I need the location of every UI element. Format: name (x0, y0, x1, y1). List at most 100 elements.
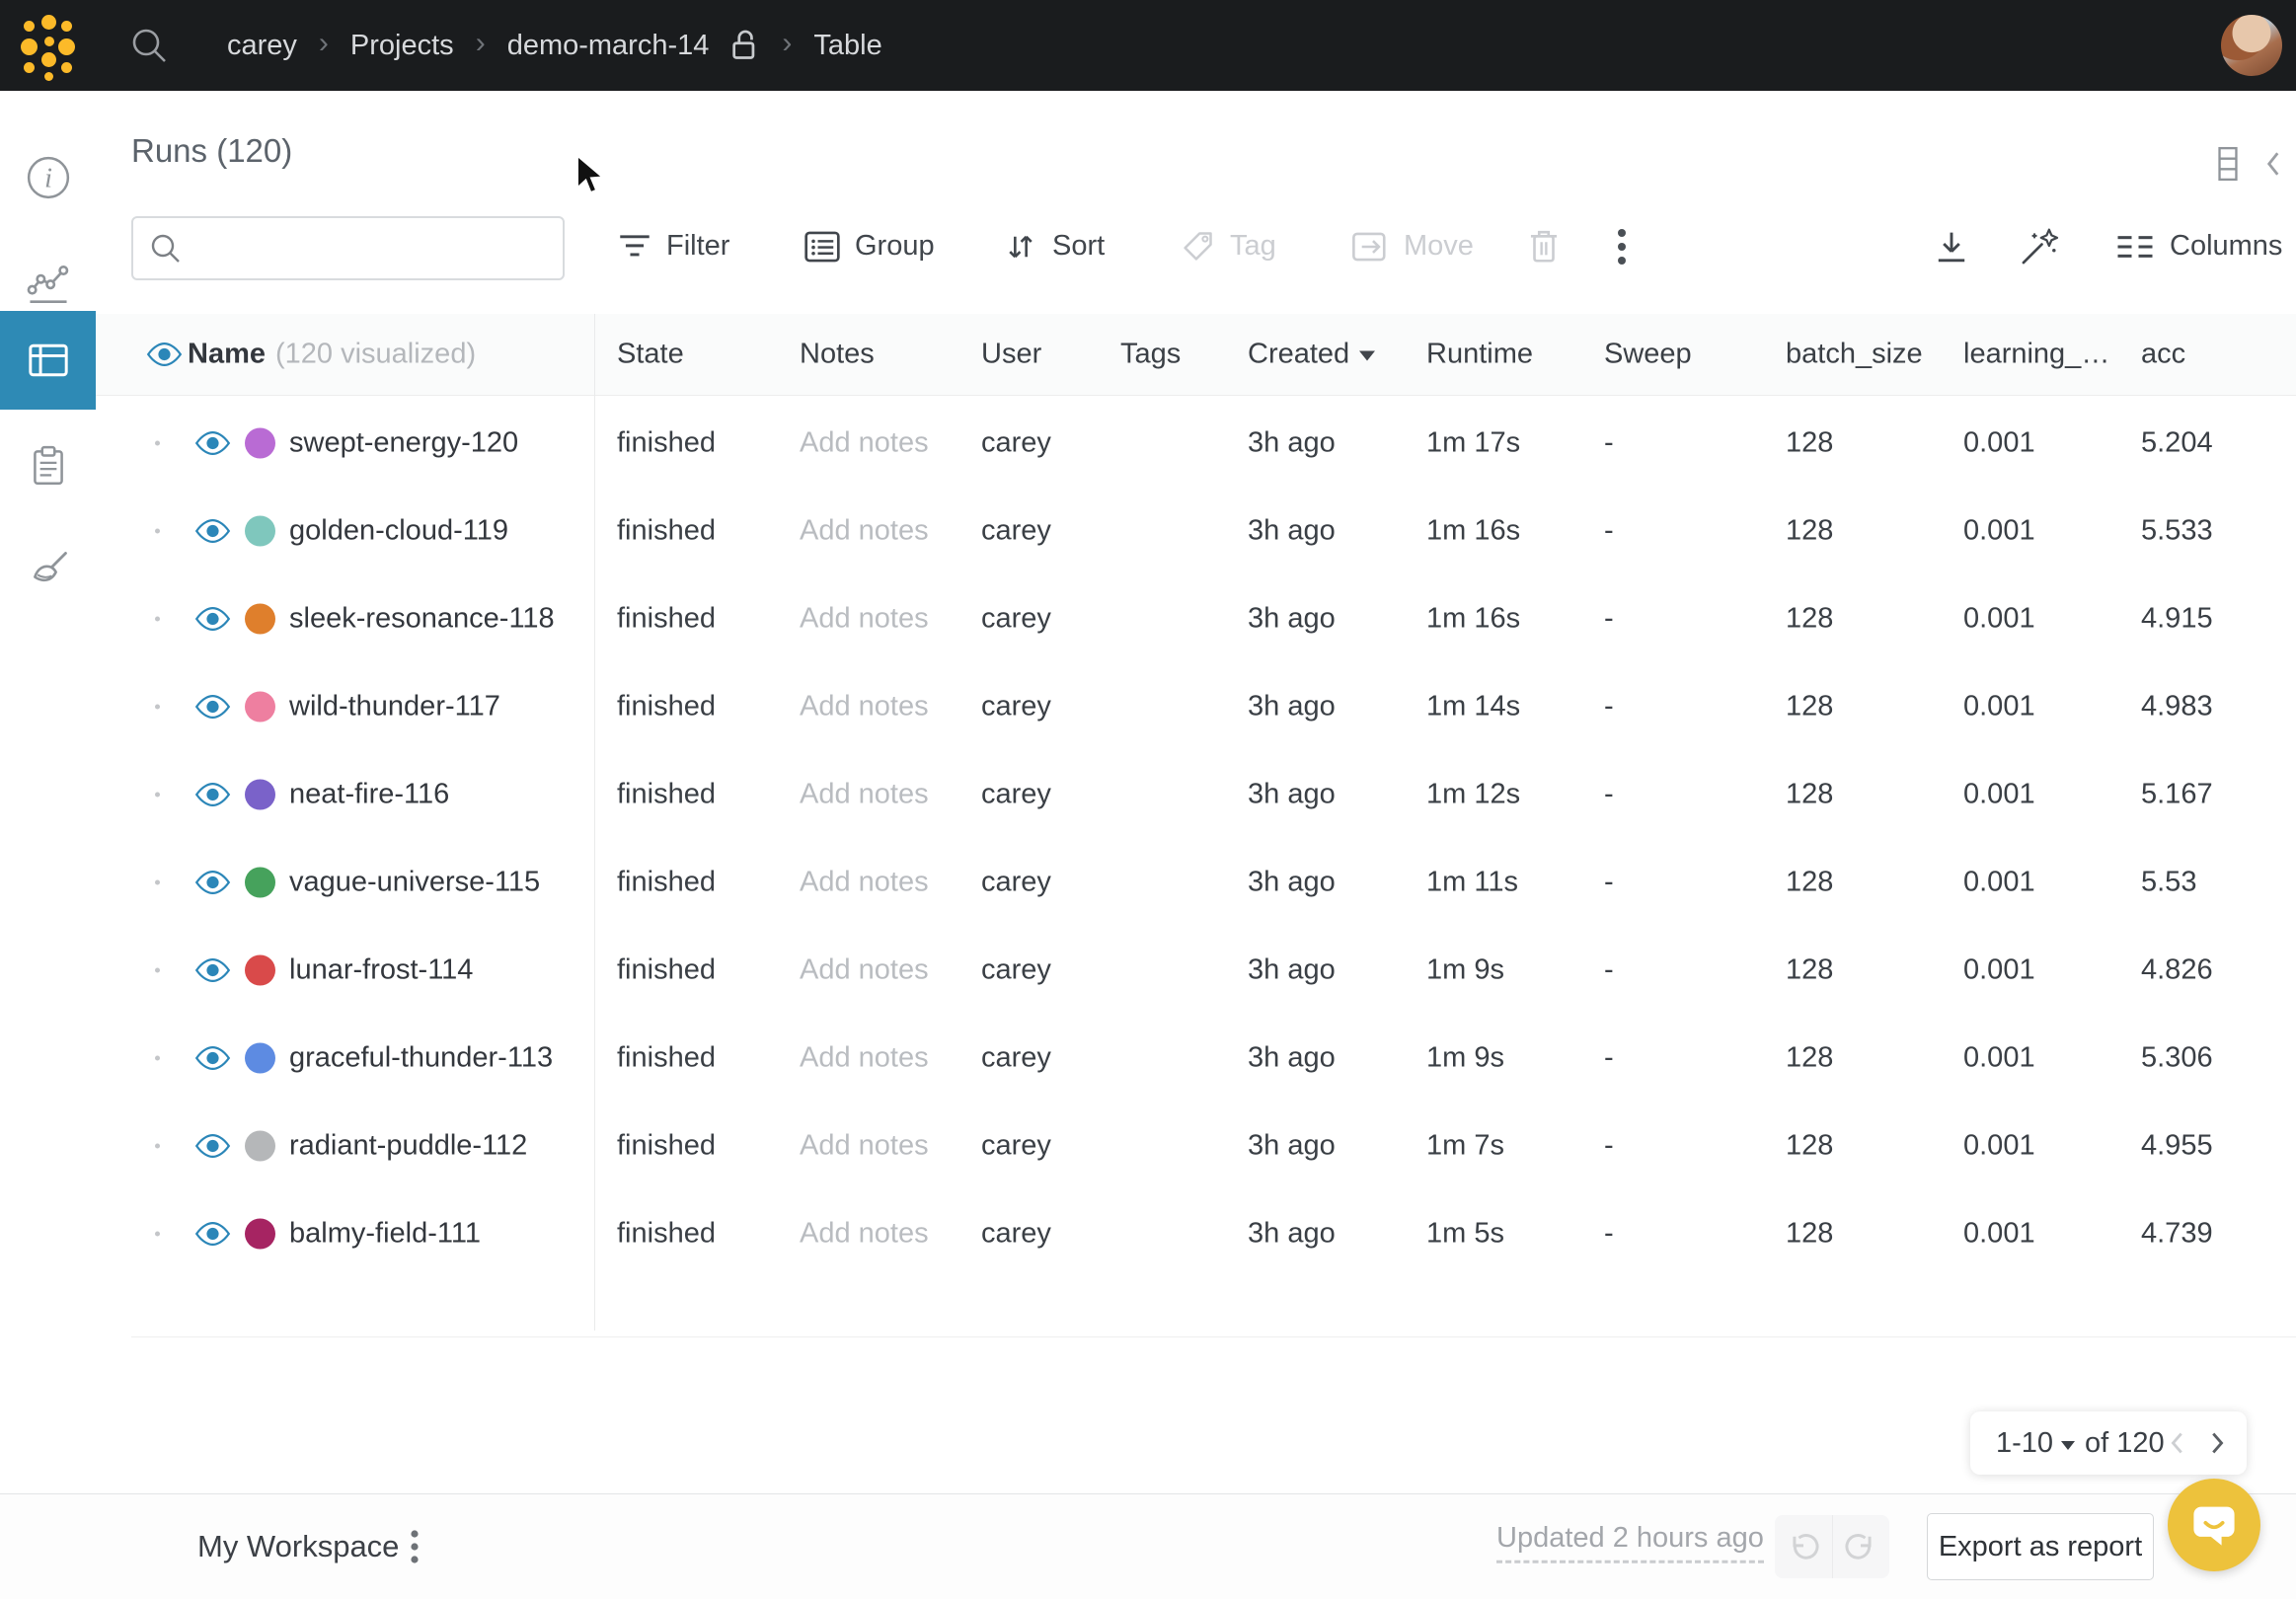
breadcrumb-separator: › (319, 27, 329, 60)
export-as-report-button[interactable]: Export as report (1927, 1513, 2154, 1580)
run-notes-placeholder[interactable]: Add notes (800, 602, 929, 635)
table-row[interactable]: neat-fire-116 finished Add notes carey 3… (96, 750, 2296, 838)
run-notes-placeholder[interactable]: Add notes (800, 1129, 929, 1162)
header-learning-rate[interactable]: learning_… (1963, 339, 2109, 371)
run-state: finished (617, 602, 716, 635)
page-size-dropdown[interactable]: 1-10 (1996, 1427, 2083, 1460)
run-user: carey (981, 1129, 1051, 1162)
run-visibility-eye-icon[interactable] (194, 1044, 231, 1071)
header-state[interactable]: State (617, 339, 684, 371)
table-row[interactable]: balmy-field-111 finished Add notes carey… (96, 1189, 2296, 1277)
run-visibility-eye-icon[interactable] (194, 956, 231, 983)
workspace-menu-kebab[interactable] (410, 1528, 420, 1565)
breadcrumb-page[interactable]: Table (813, 30, 881, 62)
row-drag-dot (155, 792, 160, 797)
sidebar-item-runs-table[interactable] (0, 311, 96, 410)
tag-button[interactable]: Tag (1180, 216, 1276, 276)
header-user[interactable]: User (981, 339, 1041, 371)
run-notes-placeholder[interactable]: Add notes (800, 953, 929, 986)
run-created: 3h ago (1248, 778, 1336, 810)
run-name-link[interactable]: lunar-frost-114 (289, 953, 473, 986)
run-visibility-eye-icon[interactable] (194, 517, 231, 544)
download-button[interactable] (1934, 216, 1969, 276)
run-notes-placeholder[interactable]: Add notes (800, 426, 929, 459)
run-visibility-eye-icon[interactable] (194, 869, 231, 895)
run-visibility-eye-icon[interactable] (194, 1220, 231, 1247)
left-sidebar: i (0, 91, 97, 1494)
header-notes[interactable]: Notes (800, 339, 875, 371)
breadcrumb-projects[interactable]: Projects (350, 30, 454, 62)
sidebar-item-overview[interactable]: i (0, 128, 96, 227)
columns-button[interactable]: Columns (2115, 216, 2282, 276)
header-batch-size[interactable]: batch_size (1786, 339, 1923, 371)
magic-wand-button[interactable] (2019, 216, 2060, 276)
run-visibility-eye-icon[interactable] (194, 429, 231, 456)
run-name-link[interactable]: radiant-puddle-112 (289, 1129, 527, 1162)
run-created: 3h ago (1248, 866, 1336, 898)
workspace-name[interactable]: My Workspace (197, 1529, 399, 1564)
run-notes-placeholder[interactable]: Add notes (800, 514, 929, 547)
run-name-link[interactable]: neat-fire-116 (289, 778, 449, 810)
collapse-chevron-left-icon[interactable] (2264, 149, 2282, 179)
header-tags[interactable]: Tags (1120, 339, 1181, 371)
run-name-link[interactable]: graceful-thunder-113 (289, 1041, 553, 1074)
run-name-link[interactable]: golden-cloud-119 (289, 514, 508, 547)
header-sweep[interactable]: Sweep (1604, 339, 1692, 371)
move-button[interactable]: Move (1351, 216, 1474, 276)
run-notes-placeholder[interactable]: Add notes (800, 1041, 929, 1074)
group-button[interactable]: Group (804, 216, 935, 276)
run-visibility-eye-icon[interactable] (194, 693, 231, 720)
run-user: carey (981, 953, 1051, 986)
header-runtime[interactable]: Runtime (1426, 339, 1533, 371)
table-row[interactable]: sleek-resonance-118 finished Add notes c… (96, 574, 2296, 662)
delete-button[interactable] (1527, 216, 1561, 276)
table-row[interactable]: wild-thunder-117 finished Add notes care… (96, 662, 2296, 750)
next-page-button[interactable] (2209, 1430, 2227, 1456)
table-row[interactable]: vague-universe-115 finished Add notes ca… (96, 838, 2296, 926)
run-runtime: 1m 9s (1426, 953, 1504, 986)
updated-timestamp[interactable]: Updated 2 hours ago (1496, 1522, 1764, 1563)
run-name-link[interactable]: sleek-resonance-118 (289, 602, 555, 635)
header-acc[interactable]: acc (2141, 339, 2185, 371)
run-notes-placeholder[interactable]: Add notes (800, 1217, 929, 1250)
unlocked-lock-icon (730, 29, 760, 62)
table-row[interactable]: radiant-puddle-112 finished Add notes ca… (96, 1102, 2296, 1189)
header-name[interactable]: Name(120 visualized) (188, 339, 476, 371)
undo-button[interactable] (1775, 1515, 1832, 1578)
breadcrumb-user[interactable]: carey (227, 30, 297, 62)
toggle-all-visibility-eye-icon[interactable] (146, 342, 183, 368)
breadcrumb-project[interactable]: demo-march-14 (507, 30, 710, 62)
run-notes-placeholder[interactable]: Add notes (800, 778, 929, 810)
move-folder-icon (1351, 230, 1389, 264)
runs-search-box[interactable] (131, 216, 565, 280)
chat-support-button[interactable] (2168, 1479, 2260, 1571)
table-row[interactable]: graceful-thunder-113 finished Add notes … (96, 1014, 2296, 1102)
panel-layout-icon[interactable] (2217, 146, 2239, 182)
sort-button[interactable]: Sort (1004, 216, 1105, 276)
redo-button[interactable] (1832, 1515, 1890, 1578)
wandb-logo-icon[interactable] (18, 13, 73, 78)
run-notes-placeholder[interactable]: Add notes (800, 690, 929, 723)
run-name-link[interactable]: swept-energy-120 (289, 426, 518, 459)
prev-page-button[interactable] (2168, 1430, 2185, 1456)
sidebar-item-reports[interactable] (0, 417, 96, 515)
search-input[interactable] (194, 232, 553, 265)
breadcrumb: carey › Projects › demo-march-14 › Table (227, 29, 882, 62)
run-name-link[interactable]: balmy-field-111 (289, 1217, 481, 1250)
table-row[interactable]: lunar-frost-114 finished Add notes carey… (96, 926, 2296, 1014)
filter-button[interactable]: Filter (618, 216, 729, 276)
run-visibility-eye-icon[interactable] (194, 1132, 231, 1159)
run-learning-rate: 0.001 (1963, 866, 2035, 898)
table-row[interactable]: golden-cloud-119 finished Add notes care… (96, 487, 2296, 574)
run-visibility-eye-icon[interactable] (194, 605, 231, 632)
run-notes-placeholder[interactable]: Add notes (800, 866, 929, 898)
global-search-icon[interactable] (128, 25, 170, 66)
sidebar-item-sweeps[interactable] (0, 521, 96, 620)
more-actions-kebab[interactable] (1616, 216, 1628, 276)
header-created-sorted[interactable]: Created (1248, 339, 1375, 371)
run-name-link[interactable]: wild-thunder-117 (289, 690, 500, 723)
run-visibility-eye-icon[interactable] (194, 781, 231, 807)
table-row[interactable]: swept-energy-120 finished Add notes care… (96, 399, 2296, 487)
user-avatar[interactable] (2221, 15, 2282, 76)
run-name-link[interactable]: vague-universe-115 (289, 866, 540, 898)
